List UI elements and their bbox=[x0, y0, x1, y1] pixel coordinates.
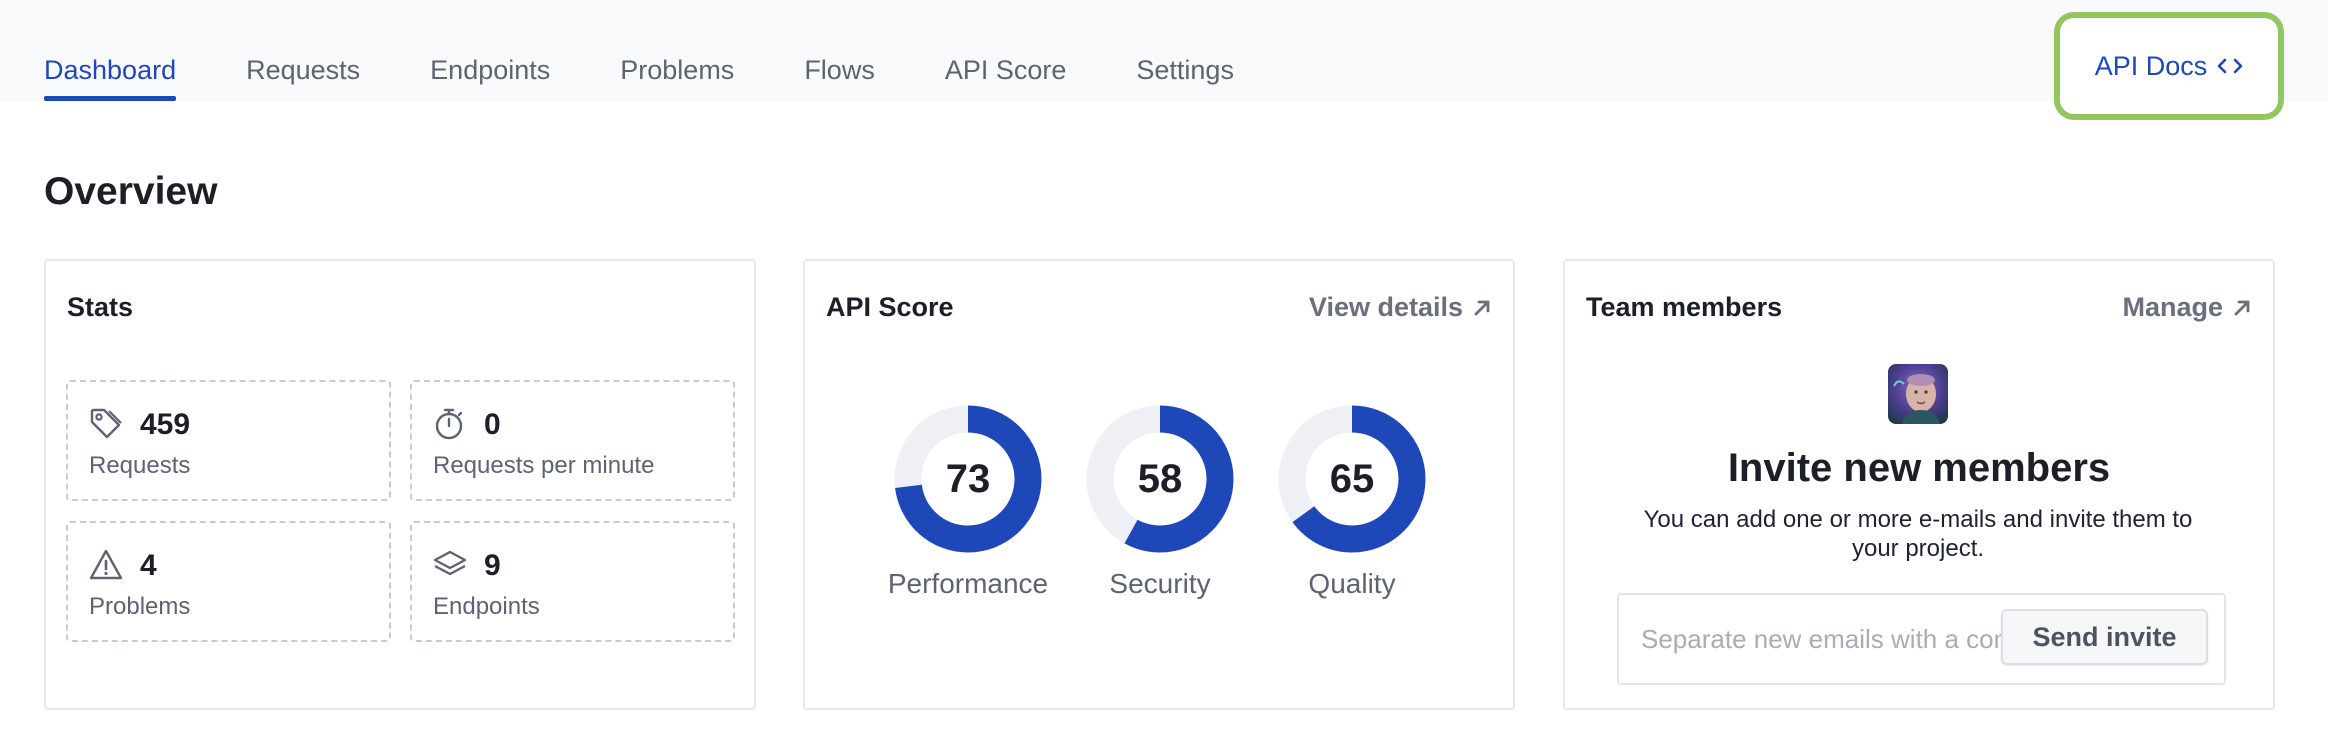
tab-endpoints[interactable]: Endpoints bbox=[430, 0, 550, 101]
arrow-up-right-icon bbox=[2234, 300, 2250, 315]
invite-form: Send invite bbox=[1617, 593, 2226, 685]
gauge-label-security: Security bbox=[1109, 568, 1211, 599]
invite-title: Invite new members bbox=[1727, 446, 2111, 490]
arrow-up-right-icon bbox=[1474, 300, 1490, 315]
api-docs-highlight: API Docs bbox=[2054, 12, 2284, 120]
api-score-title: API Score bbox=[826, 292, 954, 322]
api-docs-button[interactable]: API Docs bbox=[2060, 18, 2278, 114]
tab-dashboard[interactable]: Dashboard bbox=[44, 0, 177, 101]
gauge-value: 73 bbox=[945, 456, 991, 501]
stat-requests[interactable]: 459 Requests bbox=[66, 380, 391, 501]
stat-requests-per-minute[interactable]: 0 Requests per minute bbox=[410, 380, 735, 501]
stat-value: 9 bbox=[484, 549, 501, 582]
tag-icon bbox=[88, 406, 124, 442]
view-details-label: View details bbox=[1308, 292, 1463, 322]
warning-icon bbox=[88, 547, 124, 583]
tab-problems[interactable]: Problems bbox=[620, 0, 734, 101]
stat-value: 0 bbox=[484, 408, 501, 441]
gauge-label-quality: Quality bbox=[1308, 568, 1396, 599]
team-members-title: Team members bbox=[1586, 292, 1783, 322]
gauge-value: 58 bbox=[1137, 456, 1183, 501]
gauge-quality: 65 bbox=[1277, 404, 1427, 554]
stat-problems[interactable]: 4 Problems bbox=[66, 521, 391, 642]
manage-link[interactable]: Manage bbox=[2122, 292, 2253, 323]
stat-label: Requests per minute bbox=[433, 452, 655, 479]
stat-label: Problems bbox=[89, 593, 191, 620]
layers-icon bbox=[432, 547, 468, 583]
tab-settings[interactable]: Settings bbox=[1136, 0, 1234, 101]
manage-label: Manage bbox=[2122, 292, 2223, 322]
user-avatar[interactable] bbox=[1888, 364, 1948, 424]
code-brackets-icon bbox=[2217, 56, 2243, 76]
api-score-card: API Score View details 73 Performance 58… bbox=[803, 259, 1515, 710]
stat-value: 459 bbox=[140, 408, 191, 441]
invite-description: You can add one or more e-mails and invi… bbox=[1643, 506, 2193, 562]
tab-bar: Dashboard Requests Endpoints Problems Fl… bbox=[44, 0, 1304, 101]
stats-title: Stats bbox=[67, 292, 134, 322]
stat-label: Endpoints bbox=[433, 593, 540, 620]
tab-api-score[interactable]: API Score bbox=[945, 0, 1067, 101]
team-members-card: Team members Manage Invite new members Y… bbox=[1563, 259, 2275, 710]
gauge-performance: 73 bbox=[893, 404, 1043, 554]
stat-endpoints[interactable]: 9 Endpoints bbox=[410, 521, 735, 642]
stopwatch-icon bbox=[432, 406, 468, 442]
gauge-label-performance: Performance bbox=[887, 568, 1049, 599]
stat-label: Requests bbox=[89, 452, 191, 479]
stat-value: 4 bbox=[140, 549, 157, 582]
tab-requests[interactable]: Requests bbox=[246, 0, 360, 101]
gauge-security: 58 bbox=[1085, 404, 1235, 554]
view-details-link[interactable]: View details bbox=[1309, 292, 1493, 323]
stats-card: Stats 459 Requests 0 Requests per minute… bbox=[44, 259, 756, 710]
tab-flows[interactable]: Flows bbox=[804, 0, 875, 101]
top-navigation: Dashboard Requests Endpoints Problems Fl… bbox=[0, 0, 2328, 101]
gauge-value: 65 bbox=[1329, 456, 1375, 501]
api-docs-label: API Docs bbox=[2094, 50, 2208, 81]
invite-email-input[interactable] bbox=[1641, 615, 2011, 663]
page-title: Overview bbox=[44, 170, 218, 213]
send-invite-button[interactable]: Send invite bbox=[2001, 609, 2208, 665]
